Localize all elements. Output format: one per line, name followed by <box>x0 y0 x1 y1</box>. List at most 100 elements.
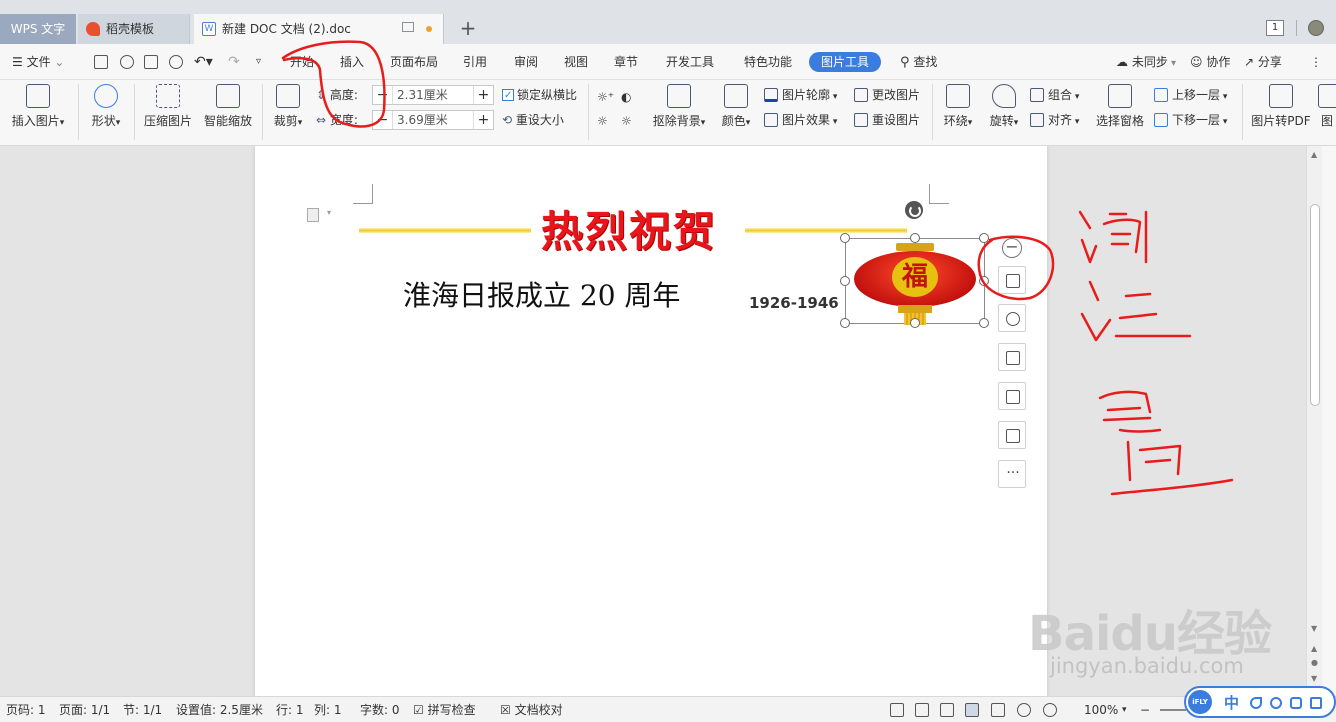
resize-handle[interactable] <box>910 233 920 243</box>
color-button[interactable]: 颜色▾ <box>718 84 754 129</box>
subtitle-text[interactable]: 淮海日报成立 20 周年 <box>403 274 680 314</box>
insert-picture-button[interactable]: 插入图片▾ <box>8 84 68 129</box>
tab-special-features[interactable]: 特色功能 <box>744 44 792 80</box>
zoom-level[interactable]: 100% <box>1084 697 1118 722</box>
status-setting[interactable]: 设置值: 2.5厘米 <box>176 697 263 722</box>
rotate-button[interactable]: 旋转▾ <box>986 84 1022 129</box>
crop-float-button[interactable] <box>998 343 1026 371</box>
status-row[interactable]: 行: 1 <box>276 697 304 722</box>
height-decrement-button[interactable]: − <box>373 86 393 104</box>
status-pages[interactable]: 页面: 1/1 <box>59 697 110 722</box>
layout-options-button[interactable] <box>998 266 1026 294</box>
page-view-icon[interactable] <box>965 703 979 717</box>
smart-zoom-button[interactable]: 智能缩放 <box>202 84 254 129</box>
scrollbar-thumb[interactable] <box>1310 204 1320 406</box>
window-count-badge[interactable]: 1 <box>1266 20 1284 36</box>
search-button[interactable]: ⚲ 查找 <box>900 44 937 80</box>
align-button[interactable]: 对齐 ▾ <box>1030 111 1079 129</box>
picture-outline-button[interactable]: 图片轮廓 ▾ <box>764 86 837 104</box>
redo-icon[interactable]: ↷ <box>228 44 240 80</box>
web-view-icon[interactable] <box>1017 703 1031 717</box>
compress-picture-button[interactable]: 压缩图片 <box>142 84 194 129</box>
format-painter-icon[interactable] <box>120 55 134 69</box>
resize-handle[interactable] <box>840 318 850 328</box>
keyboard-icon[interactable] <box>1310 697 1322 709</box>
change-picture-float-button[interactable] <box>998 421 1026 449</box>
more-float-button[interactable]: ··· <box>998 460 1026 488</box>
group-button[interactable]: 组合 ▾ <box>1030 86 1079 104</box>
moon-icon[interactable] <box>1250 697 1262 709</box>
tab-chapter[interactable]: 章节 <box>614 44 638 80</box>
tab-review[interactable]: 审阅 <box>514 44 538 80</box>
avatar[interactable] <box>1308 20 1324 36</box>
picture-to-pdf-button[interactable]: 图片转PDF <box>1250 84 1312 129</box>
headline-text[interactable]: 热烈祝贺 <box>541 198 717 259</box>
tab-picture-tools[interactable]: 图片工具 <box>809 52 882 72</box>
tab-document[interactable]: W 新建 DOC 文档 (2).doc <box>194 14 444 44</box>
width-increment-button[interactable]: + <box>473 111 493 129</box>
print-icon[interactable] <box>144 55 158 69</box>
reset-size-button[interactable]: ⟲ 重设大小 <box>502 111 564 129</box>
collab-button[interactable]: ☺ 协作 <box>1190 44 1230 80</box>
document-page[interactable]: ▾ 热烈祝贺 淮海日报成立 20 周年 1926-1946 福 <box>255 146 1047 696</box>
punctuation-icon[interactable] <box>1270 697 1282 709</box>
more-menu-button[interactable]: ⋮ <box>1310 44 1322 80</box>
fullscreen-icon[interactable] <box>890 703 904 717</box>
monitor-icon[interactable] <box>402 22 414 32</box>
shape-button[interactable]: 形状▾ <box>86 84 126 129</box>
tab-template[interactable]: 稻壳模板 <box>78 14 190 44</box>
ime-chinese-mode[interactable]: 中 <box>1224 692 1239 713</box>
outline-view-icon[interactable] <box>991 703 1005 717</box>
proofread-button[interactable]: ☒ 文档校对 <box>500 697 563 722</box>
status-words[interactable]: 字数: 0 <box>360 697 400 722</box>
brightness-up-icon[interactable]: ☼⁺ <box>597 88 614 106</box>
collapse-toolbar-button[interactable]: − <box>1002 238 1022 258</box>
selected-lantern-image[interactable]: 福 <box>840 233 989 328</box>
width-stepper[interactable]: − 3.69厘米 + <box>372 110 494 130</box>
chevron-down-icon[interactable]: ▾ <box>327 208 331 217</box>
scroll-up-icon[interactable]: ▲ <box>1311 150 1317 159</box>
brightness-down-icon[interactable]: ☼ <box>597 112 608 130</box>
height-increment-button[interactable]: + <box>473 86 493 104</box>
customize-chevron-icon[interactable]: ▿ <box>256 44 261 80</box>
zoom-slider[interactable] <box>1160 709 1186 711</box>
resize-handle[interactable] <box>979 233 989 243</box>
lock-aspect-checkbox[interactable]: 锁定纵横比 <box>502 86 577 105</box>
save-icon[interactable] <box>94 55 108 69</box>
eye-protect-icon[interactable] <box>1043 703 1057 717</box>
crop-button[interactable]: 裁剪▾ <box>268 84 308 129</box>
share-button[interactable]: ↗ 分享 <box>1244 44 1282 80</box>
ribbon-overflow-button[interactable]: 图 <box>1318 84 1336 129</box>
zoom-out-icon[interactable]: − <box>1140 697 1150 722</box>
bring-forward-button[interactable]: 上移一层 ▾ <box>1154 86 1227 104</box>
width-input[interactable]: 3.69厘米 <box>397 111 448 129</box>
print-preview-icon[interactable] <box>169 55 183 69</box>
picture-to-text-button[interactable] <box>998 382 1026 410</box>
sync-button[interactable]: ☁ 未同步 ▾ <box>1116 44 1176 80</box>
width-decrement-button[interactable]: − <box>373 111 393 129</box>
years-text[interactable]: 1926-1946 <box>749 294 839 312</box>
tab-developer[interactable]: 开发工具 <box>666 44 714 80</box>
resize-handle[interactable] <box>979 276 989 286</box>
new-tab-button[interactable]: + <box>456 14 480 44</box>
change-picture-button[interactable]: 更改图片 <box>854 86 920 104</box>
contrast-up-icon[interactable]: ◐ <box>621 88 631 106</box>
preview-zoom-button[interactable] <box>998 304 1026 332</box>
rotate-handle-icon[interactable] <box>905 201 923 219</box>
height-input[interactable]: 2.31厘米 <box>397 86 448 104</box>
microphone-icon[interactable] <box>1290 697 1302 709</box>
tab-view[interactable]: 视图 <box>564 44 588 80</box>
send-backward-button[interactable]: 下移一层 ▾ <box>1154 111 1227 129</box>
edit-mode-icon[interactable] <box>940 703 954 717</box>
reset-picture-button[interactable]: 重设图片 <box>854 111 920 129</box>
selection-pane-button[interactable]: 选择窗格 <box>1094 84 1146 129</box>
undo-icon[interactable]: ↶▾ <box>194 44 213 80</box>
wrap-button[interactable]: 环绕▾ <box>940 84 976 129</box>
tab-wps-writer[interactable]: WPS 文字 <box>0 14 76 44</box>
status-col[interactable]: 列: 1 <box>314 697 342 722</box>
remove-background-button[interactable]: 抠除背景▾ <box>650 84 708 129</box>
picture-effects-button[interactable]: 图片效果 ▾ <box>764 111 837 129</box>
file-menu[interactable]: ☰ 文件 ⌄ <box>12 44 64 80</box>
paragraph-icon[interactable] <box>307 208 319 222</box>
status-section[interactable]: 节: 1/1 <box>123 697 162 722</box>
